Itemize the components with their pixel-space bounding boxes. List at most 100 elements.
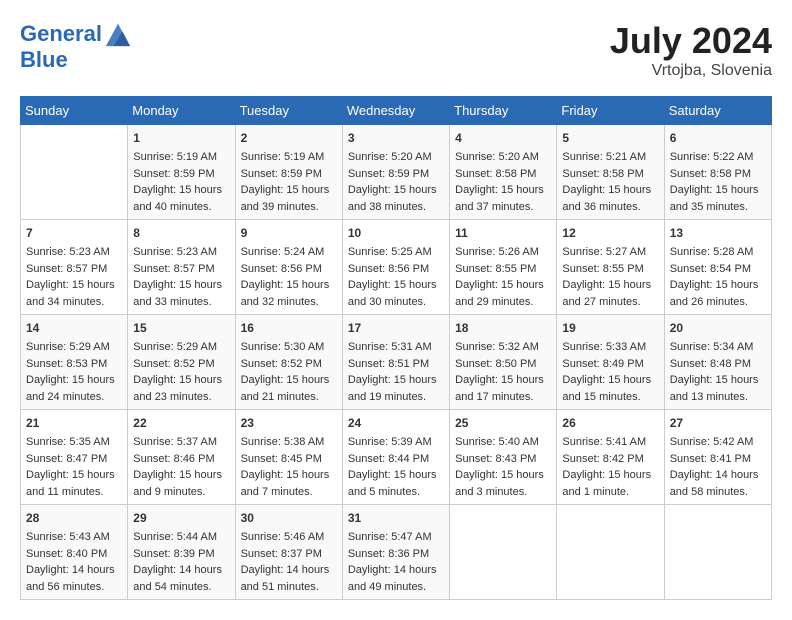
day-info-line: Sunset: 8:55 PM <box>455 261 551 278</box>
calendar-cell: 24Sunrise: 5:39 AMSunset: 8:44 PMDayligh… <box>342 410 449 505</box>
calendar-cell: 28Sunrise: 5:43 AMSunset: 8:40 PMDayligh… <box>21 505 128 600</box>
day-info-line: and 34 minutes. <box>26 294 122 311</box>
day-info-line: Sunrise: 5:20 AM <box>348 149 444 166</box>
day-number: 28 <box>26 509 122 527</box>
day-info-line: and 49 minutes. <box>348 579 444 596</box>
calendar-cell: 26Sunrise: 5:41 AMSunset: 8:42 PMDayligh… <box>557 410 664 505</box>
day-info-line: and 5 minutes. <box>348 484 444 501</box>
day-info-line: Daylight: 15 hours <box>562 182 658 199</box>
calendar-cell: 22Sunrise: 5:37 AMSunset: 8:46 PMDayligh… <box>128 410 235 505</box>
day-info-line: Daylight: 15 hours <box>562 467 658 484</box>
title-block: July 2024 Vrtojba, Slovenia <box>610 20 772 80</box>
day-info-line: Daylight: 15 hours <box>455 467 551 484</box>
day-info-line: Daylight: 15 hours <box>348 372 444 389</box>
day-info-line: Sunset: 8:57 PM <box>133 261 229 278</box>
day-number: 16 <box>241 319 337 337</box>
day-number: 24 <box>348 414 444 432</box>
logo-icon <box>104 20 132 48</box>
weekday-header-monday: Monday <box>128 97 235 125</box>
day-info-line: Sunset: 8:45 PM <box>241 451 337 468</box>
day-info-line: Sunrise: 5:41 AM <box>562 434 658 451</box>
day-info-line: and 39 minutes. <box>241 199 337 216</box>
day-info-line: Daylight: 15 hours <box>26 277 122 294</box>
day-info-line: Sunrise: 5:32 AM <box>455 339 551 356</box>
calendar-cell: 21Sunrise: 5:35 AMSunset: 8:47 PMDayligh… <box>21 410 128 505</box>
day-info-line: and 24 minutes. <box>26 389 122 406</box>
day-info-line: Daylight: 14 hours <box>133 562 229 579</box>
day-info-line: Sunrise: 5:29 AM <box>133 339 229 356</box>
day-info-line: Sunset: 8:49 PM <box>562 356 658 373</box>
day-info-line: and 29 minutes. <box>455 294 551 311</box>
day-info-line: Sunset: 8:59 PM <box>348 166 444 183</box>
day-info-line: Sunset: 8:51 PM <box>348 356 444 373</box>
calendar-cell: 30Sunrise: 5:46 AMSunset: 8:37 PMDayligh… <box>235 505 342 600</box>
day-info-line: Sunrise: 5:37 AM <box>133 434 229 451</box>
day-info-line: and 30 minutes. <box>348 294 444 311</box>
day-info-line: Daylight: 15 hours <box>26 467 122 484</box>
day-number: 20 <box>670 319 766 337</box>
day-info-line: Daylight: 14 hours <box>348 562 444 579</box>
calendar-cell: 15 Sunrise: 5:29 AMSunset: 8:52 PMDayligh… <box>128 315 235 410</box>
calendar-cell: 19Sunrise: 5:33 AMSunset: 8:49 PMDayligh… <box>557 315 664 410</box>
day-info-line: and 13 minutes. <box>670 389 766 406</box>
day-info-line: and 40 minutes. <box>133 199 229 216</box>
day-info-line: Sunrise: 5:21 AM <box>562 149 658 166</box>
day-info-line: Sunset: 8:58 PM <box>562 166 658 183</box>
day-number: 31 <box>348 509 444 527</box>
day-info-line: Sunrise: 5:23 AM <box>26 244 122 261</box>
day-number: 5 <box>562 129 658 147</box>
day-info-line: Sunset: 8:54 PM <box>670 261 766 278</box>
weekday-header-sunday: Sunday <box>21 97 128 125</box>
day-info-line: Daylight: 15 hours <box>133 182 229 199</box>
day-info-line: and 27 minutes. <box>562 294 658 311</box>
day-number: 25 <box>455 414 551 432</box>
day-info-line: Sunset: 8:39 PM <box>133 546 229 563</box>
calendar-cell <box>557 505 664 600</box>
day-info-line: Sunset: 8:59 PM <box>133 166 229 183</box>
day-info-line: Daylight: 15 hours <box>133 372 229 389</box>
calendar-cell: 16Sunrise: 5:30 AMSunset: 8:52 PMDayligh… <box>235 315 342 410</box>
day-number: 8 <box>133 224 229 242</box>
day-info-line: and 32 minutes. <box>241 294 337 311</box>
day-number: 6 <box>670 129 766 147</box>
day-info-line: Sunset: 8:59 PM <box>241 166 337 183</box>
day-info-line: Daylight: 15 hours <box>133 277 229 294</box>
day-info-line: Sunrise: 5:29 AM <box>26 339 122 356</box>
day-info-line: Daylight: 15 hours <box>348 467 444 484</box>
calendar-cell: 13Sunrise: 5:28 AMSunset: 8:54 PMDayligh… <box>664 220 771 315</box>
day-info-line: Sunset: 8:52 PM <box>133 356 229 373</box>
day-number: 21 <box>26 414 122 432</box>
day-number: 11 <box>455 224 551 242</box>
day-info-line: and 33 minutes. <box>133 294 229 311</box>
day-info-line: and 56 minutes. <box>26 579 122 596</box>
day-info-line: and 54 minutes. <box>133 579 229 596</box>
calendar-cell: 18Sunrise: 5:32 AMSunset: 8:50 PMDayligh… <box>450 315 557 410</box>
day-info-line: Daylight: 14 hours <box>670 467 766 484</box>
weekday-header-tuesday: Tuesday <box>235 97 342 125</box>
day-number: 4 <box>455 129 551 147</box>
day-info-line: and 3 minutes. <box>455 484 551 501</box>
day-info-line: Sunrise: 5:39 AM <box>348 434 444 451</box>
day-info-line: Daylight: 15 hours <box>241 372 337 389</box>
calendar-cell: 6Sunrise: 5:22 AMSunset: 8:58 PMDaylight… <box>664 125 771 220</box>
calendar-cell: 8Sunrise: 5:23 AMSunset: 8:57 PMDaylight… <box>128 220 235 315</box>
day-info-line: Sunset: 8:46 PM <box>133 451 229 468</box>
day-info-line: Sunrise: 5:28 AM <box>670 244 766 261</box>
day-info-line: Sunset: 8:40 PM <box>26 546 122 563</box>
day-number: 12 <box>562 224 658 242</box>
day-number: 23 <box>241 414 337 432</box>
day-info-line: Sunset: 8:42 PM <box>562 451 658 468</box>
day-info-line: Daylight: 15 hours <box>26 372 122 389</box>
day-info-line: Daylight: 14 hours <box>241 562 337 579</box>
day-info-line: Sunrise: 5:30 AM <box>241 339 337 356</box>
weekday-header-friday: Friday <box>557 97 664 125</box>
calendar-cell: 12Sunrise: 5:27 AMSunset: 8:55 PMDayligh… <box>557 220 664 315</box>
day-number: 15 <box>133 319 229 337</box>
day-info-line: Sunrise: 5:25 AM <box>348 244 444 261</box>
calendar-week-row: 14Sunrise: 5:29 AMSunset: 8:53 PMDayligh… <box>21 315 772 410</box>
day-info-line: Daylight: 15 hours <box>562 372 658 389</box>
day-info-line: and 17 minutes. <box>455 389 551 406</box>
calendar-cell <box>664 505 771 600</box>
day-info-line: Sunrise: 5:38 AM <box>241 434 337 451</box>
weekday-header-wednesday: Wednesday <box>342 97 449 125</box>
